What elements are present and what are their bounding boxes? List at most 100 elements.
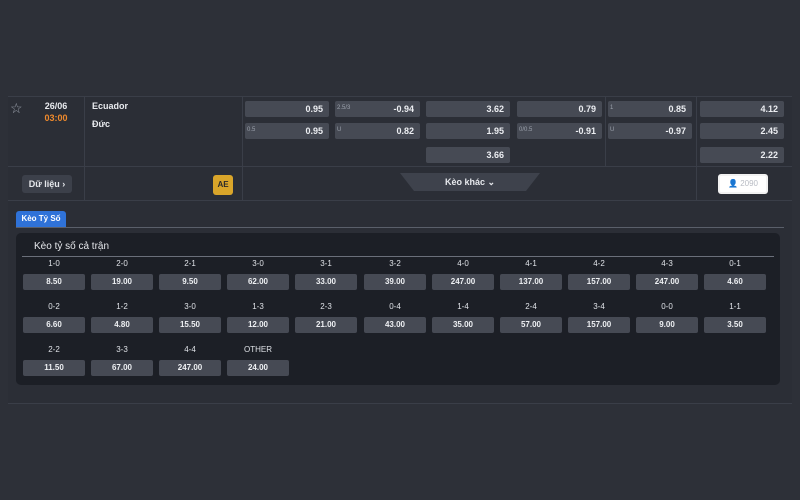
score-odds-button[interactable]: 19.00 bbox=[91, 274, 153, 290]
odds-value: 3.66 bbox=[486, 150, 504, 160]
score-odds-button[interactable]: 43.00 bbox=[364, 317, 426, 333]
odds-cell[interactable]: 0.79 bbox=[517, 101, 602, 117]
more-bets-label: Kèo khác bbox=[444, 177, 485, 187]
score-label: 2-1 bbox=[184, 259, 196, 268]
score-label: 1-3 bbox=[252, 302, 264, 311]
score-label: 1-4 bbox=[457, 302, 469, 311]
divider bbox=[84, 97, 85, 167]
match-time: 03:00 bbox=[44, 113, 68, 123]
odds-cell[interactable]: 1 0.85 bbox=[608, 101, 692, 117]
divider bbox=[605, 97, 606, 167]
score-odds-button[interactable]: 35.00 bbox=[432, 317, 494, 333]
score-label: 2-0 bbox=[116, 259, 128, 268]
score-label: 2-4 bbox=[525, 302, 537, 311]
score-odds-button[interactable]: 247.00 bbox=[636, 274, 698, 290]
match-row: ☆ 26/06 03:00 Ecuador Đức 0.95 0.5 0.95 … bbox=[8, 97, 792, 167]
more-bets-button[interactable]: Kèo khác ⌄ bbox=[400, 173, 540, 191]
divider bbox=[696, 167, 697, 201]
data-button-label: Dữ liệu bbox=[28, 179, 60, 189]
odds-cell[interactable]: 3.66 bbox=[426, 147, 510, 163]
score-label: 1-1 bbox=[729, 302, 741, 311]
action-row: Dữ liệu › AE Kèo khác ⌄ 👤 2090 bbox=[8, 167, 792, 201]
score-label: 3-4 bbox=[593, 302, 605, 311]
score-odds-button[interactable]: 21.00 bbox=[295, 317, 357, 333]
score-odds-button[interactable]: 57.00 bbox=[500, 317, 562, 333]
handicap-label: U bbox=[610, 127, 615, 133]
score-odds-button[interactable]: 6.60 bbox=[23, 317, 85, 333]
score-odds-button[interactable]: 62.00 bbox=[227, 274, 289, 290]
score-odds-button[interactable]: 67.00 bbox=[91, 360, 153, 376]
score-odds-button[interactable]: 137.00 bbox=[500, 274, 562, 290]
score-label: 0-4 bbox=[389, 302, 401, 311]
divider bbox=[242, 97, 243, 167]
score-label: 4-4 bbox=[184, 345, 196, 354]
match-panel: ☆ 26/06 03:00 Ecuador Đức 0.95 0.5 0.95 … bbox=[8, 96, 792, 404]
data-button[interactable]: Dữ liệu › bbox=[22, 175, 72, 193]
odds-value: 0.79 bbox=[578, 104, 596, 114]
away-team: Đức bbox=[92, 119, 111, 129]
odds-value: 2.45 bbox=[760, 126, 778, 136]
score-odds-button[interactable]: 3.50 bbox=[704, 317, 766, 333]
divider bbox=[242, 167, 243, 201]
odds-cell[interactable]: U 0.82 bbox=[335, 123, 420, 139]
score-odds-button[interactable]: 15.50 bbox=[159, 317, 221, 333]
score-odds-button[interactable]: 9.50 bbox=[159, 274, 221, 290]
count-button[interactable]: 👤 2090 bbox=[718, 174, 768, 194]
score-label: 4-1 bbox=[525, 259, 537, 268]
score-odds-button[interactable]: 4.60 bbox=[704, 274, 766, 290]
odds-cell[interactable]: 0/0.5 -0.91 bbox=[517, 123, 602, 139]
score-label: 4-0 bbox=[457, 259, 469, 268]
score-label: 0-2 bbox=[48, 302, 60, 311]
home-team: Ecuador bbox=[92, 101, 129, 111]
score-odds-button[interactable]: 24.00 bbox=[227, 360, 289, 376]
score-odds-button[interactable]: 4.80 bbox=[91, 317, 153, 333]
odds-cell[interactable]: 2.5/3 -0.94 bbox=[335, 101, 420, 117]
score-odds-button[interactable]: 39.00 bbox=[364, 274, 426, 290]
provider-logo: AE bbox=[213, 175, 233, 195]
score-odds-button[interactable]: 247.00 bbox=[432, 274, 494, 290]
score-odds-button[interactable]: 11.50 bbox=[23, 360, 85, 376]
score-odds-button[interactable]: 33.00 bbox=[295, 274, 357, 290]
score-odds-button[interactable]: 12.00 bbox=[227, 317, 289, 333]
odds-cell[interactable]: 3.62 bbox=[426, 101, 510, 117]
handicap-label: 0.5 bbox=[247, 127, 256, 133]
score-label: 3-2 bbox=[389, 259, 401, 268]
score-odds-button[interactable]: 8.50 bbox=[23, 274, 85, 290]
score-label: 0-1 bbox=[729, 259, 741, 268]
score-label: OTHER bbox=[244, 345, 272, 354]
odds-cell[interactable]: 0.95 bbox=[245, 101, 329, 117]
divider bbox=[22, 256, 774, 257]
odds-value: 0.85 bbox=[668, 104, 686, 114]
score-label: 4-3 bbox=[661, 259, 673, 268]
odds-cell[interactable]: 0.5 0.95 bbox=[245, 123, 329, 139]
odds-value: -0.97 bbox=[665, 126, 686, 136]
odds-value: 2.22 bbox=[760, 150, 778, 160]
handicap-label: 2.5/3 bbox=[337, 105, 351, 111]
chevron-down-icon: ⌄ bbox=[487, 177, 496, 187]
odds-value: 3.62 bbox=[486, 104, 504, 114]
divider bbox=[84, 167, 85, 201]
score-label: 1-0 bbox=[48, 259, 60, 268]
score-label: 2-3 bbox=[320, 302, 332, 311]
odds-cell[interactable]: 2.45 bbox=[700, 123, 784, 139]
score-label: 3-1 bbox=[320, 259, 332, 268]
tab-correct-score[interactable]: Kèo Tỷ Số bbox=[16, 211, 66, 227]
score-label: 3-0 bbox=[252, 259, 264, 268]
score-odds-button[interactable]: 247.00 bbox=[159, 360, 221, 376]
score-odds-button[interactable]: 9.00 bbox=[636, 317, 698, 333]
handicap-label: 1 bbox=[610, 105, 614, 111]
user-icon: 👤 bbox=[728, 179, 738, 188]
score-odds-button[interactable]: 157.00 bbox=[568, 317, 630, 333]
star-icon[interactable]: ☆ bbox=[10, 101, 24, 115]
chevron-right-icon: › bbox=[62, 179, 66, 189]
score-label: 3-3 bbox=[116, 345, 128, 354]
score-label: 4-2 bbox=[593, 259, 605, 268]
odds-cell[interactable]: 1.95 bbox=[426, 123, 510, 139]
odds-cell[interactable]: 2.22 bbox=[700, 147, 784, 163]
score-label: 0-0 bbox=[661, 302, 673, 311]
odds-cell[interactable]: 4.12 bbox=[700, 101, 784, 117]
odds-cell[interactable]: U -0.97 bbox=[608, 123, 692, 139]
score-odds-button[interactable]: 157.00 bbox=[568, 274, 630, 290]
score-label: 1-2 bbox=[116, 302, 128, 311]
score-label: 2-2 bbox=[48, 345, 60, 354]
